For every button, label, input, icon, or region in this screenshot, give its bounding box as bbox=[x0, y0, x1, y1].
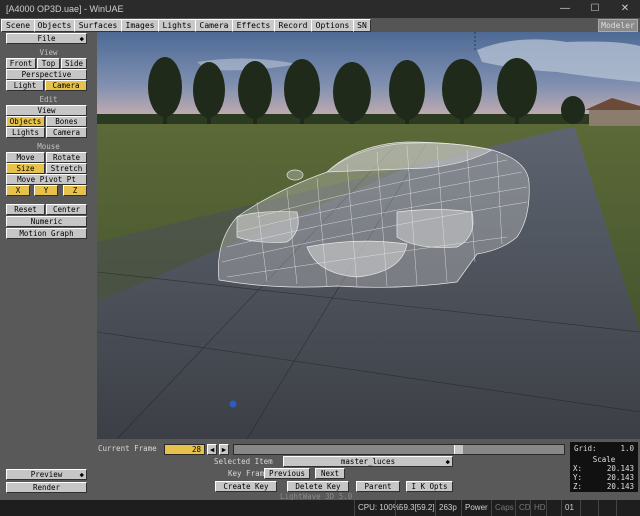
edit-objects-button[interactable]: Objects bbox=[6, 116, 45, 127]
mouse-size-button[interactable]: Size bbox=[6, 163, 45, 174]
numeric-button[interactable]: Numeric bbox=[6, 216, 87, 227]
tab-objects[interactable]: Objects bbox=[34, 19, 75, 32]
scale-x-label: X: bbox=[573, 464, 583, 473]
create-key-button[interactable]: Create Key bbox=[215, 481, 277, 492]
center-button[interactable]: Center bbox=[46, 204, 87, 215]
tab-camera[interactable]: Camera bbox=[195, 19, 233, 32]
selected-item-label: Selected Item bbox=[214, 457, 273, 466]
scale-title: Scale bbox=[592, 455, 616, 464]
close-button[interactable]: ✕ bbox=[610, 0, 640, 18]
frame-next-arrow-icon[interactable]: ▶ bbox=[219, 444, 229, 455]
parent-button[interactable]: Parent bbox=[356, 481, 400, 492]
chevron-down-icon: ◆ bbox=[79, 34, 84, 43]
window-titlebar: [A4000 OP3D.uae] - WinUAE — ☐ ✕ bbox=[0, 0, 640, 18]
viewport-canvas[interactable] bbox=[97, 32, 640, 439]
frame-slider-knob[interactable] bbox=[454, 445, 464, 454]
file-label: File bbox=[37, 34, 56, 43]
bottom-panel: Current Frame 28 ◀ ▶ Grid: 1.0 Selected … bbox=[97, 439, 640, 501]
key-frame-label: Key Frame bbox=[228, 469, 269, 478]
view-top-button[interactable]: Top bbox=[37, 58, 60, 69]
tab-options[interactable]: Options bbox=[311, 19, 354, 32]
chevron-down-icon: ◆ bbox=[79, 470, 84, 479]
current-frame-field[interactable]: 28 bbox=[164, 444, 205, 455]
view-camera-button[interactable]: Camera bbox=[45, 80, 87, 91]
main-menu: Scene Objects Surfaces Images Lights Cam… bbox=[0, 18, 640, 32]
axis-y-button[interactable]: Y bbox=[34, 185, 58, 196]
minimize-button[interactable]: — bbox=[550, 0, 580, 18]
motion-graph-button[interactable]: Motion Graph bbox=[6, 228, 87, 239]
view-section-title: View bbox=[39, 48, 58, 57]
tab-record[interactable]: Record bbox=[274, 19, 312, 32]
light-marker[interactable] bbox=[229, 400, 237, 408]
mouse-section-title: Mouse bbox=[37, 142, 60, 151]
tab-images[interactable]: Images bbox=[121, 19, 159, 32]
tab-sn[interactable]: SN bbox=[353, 19, 371, 32]
move-pivot-button[interactable]: Move Pivot Pt bbox=[6, 174, 87, 185]
car-headlight-left bbox=[236, 211, 299, 243]
next-key-button[interactable]: Next bbox=[315, 468, 345, 479]
camera-viewport[interactable] bbox=[97, 32, 640, 439]
preview-label: Preview bbox=[30, 470, 63, 479]
status-bar: CPU: 100% 59.3[59.2] 263p Power Caps CD … bbox=[0, 500, 640, 516]
selected-item-dropdown[interactable]: master_luces ◆ bbox=[283, 456, 453, 467]
view-light-button[interactable]: Light bbox=[6, 80, 44, 91]
view-perspective-button[interactable]: Perspective bbox=[6, 69, 87, 80]
tab-surfaces[interactable]: Surfaces bbox=[74, 19, 122, 32]
frame-prev-arrow-icon[interactable]: ◀ bbox=[207, 444, 217, 455]
edit-lights-button[interactable]: Lights bbox=[6, 127, 45, 138]
caps-status: Caps bbox=[491, 500, 517, 516]
file-menu-button[interactable]: File ◆ bbox=[6, 33, 87, 44]
house bbox=[589, 108, 640, 126]
lines-status: 263p bbox=[435, 500, 460, 516]
edit-section-title: Edit bbox=[39, 95, 58, 104]
tab-lights[interactable]: Lights bbox=[158, 19, 196, 32]
scale-readout: Scale X: 20.143 Y: 20.143 Z: 20.143 bbox=[570, 455, 638, 492]
modeler-button[interactable]: Modeler bbox=[598, 19, 638, 32]
frame-slider[interactable] bbox=[233, 444, 565, 455]
edit-camera-button[interactable]: Camera bbox=[46, 127, 87, 138]
scale-y-value: 20.143 bbox=[606, 473, 634, 482]
maximize-button[interactable]: ☐ bbox=[580, 0, 610, 18]
fps-status: 59.3[59.2] bbox=[395, 500, 438, 516]
grid-label: Grid: bbox=[574, 444, 597, 453]
scale-y-label: Y: bbox=[573, 473, 583, 482]
previous-key-button[interactable]: Previous bbox=[264, 468, 310, 479]
power-status[interactable]: Power bbox=[461, 500, 491, 516]
window-title: [A4000 OP3D.uae] - WinUAE bbox=[6, 4, 124, 14]
delete-key-button[interactable]: Delete Key bbox=[287, 481, 349, 492]
reset-button[interactable]: Reset bbox=[6, 204, 45, 215]
mouse-move-button[interactable]: Move bbox=[6, 152, 45, 163]
left-panel: File ◆ View Front Top Side Perspective L… bbox=[0, 32, 97, 500]
tab-scene[interactable]: Scene bbox=[1, 19, 35, 32]
scale-x-value: 20.143 bbox=[606, 464, 634, 473]
df0-status: 01 bbox=[561, 500, 577, 516]
selected-item-value: master_luces bbox=[340, 457, 396, 466]
df2-status bbox=[598, 500, 615, 516]
df1-status bbox=[580, 500, 597, 516]
mouse-stretch-button[interactable]: Stretch bbox=[46, 163, 87, 174]
preview-menu-button[interactable]: Preview ◆ bbox=[6, 469, 87, 480]
axis-z-button[interactable]: Z bbox=[63, 185, 87, 196]
edit-view-button[interactable]: View bbox=[6, 105, 87, 116]
chevron-down-icon: ◆ bbox=[445, 457, 450, 466]
grid-readout: Grid: 1.0 bbox=[570, 442, 638, 455]
view-side-button[interactable]: Side bbox=[61, 58, 87, 69]
df3-status bbox=[616, 500, 633, 516]
scale-z-value: 20.143 bbox=[606, 482, 634, 491]
grid-value: 1.0 bbox=[620, 444, 634, 453]
edit-bones-button[interactable]: Bones bbox=[46, 116, 87, 127]
axis-x-button[interactable]: X bbox=[6, 185, 30, 196]
car-mirror bbox=[286, 169, 304, 181]
car-headlight-right bbox=[396, 209, 474, 248]
current-frame-label: Current Frame bbox=[98, 444, 157, 453]
render-button[interactable]: Render bbox=[6, 482, 87, 493]
scale-z-label: Z: bbox=[573, 482, 583, 491]
ik-opts-button[interactable]: I K Opts bbox=[406, 481, 453, 492]
view-front-button[interactable]: Front bbox=[6, 58, 36, 69]
tab-effects[interactable]: Effects bbox=[232, 19, 275, 32]
mouse-rotate-button[interactable]: Rotate bbox=[46, 152, 87, 163]
